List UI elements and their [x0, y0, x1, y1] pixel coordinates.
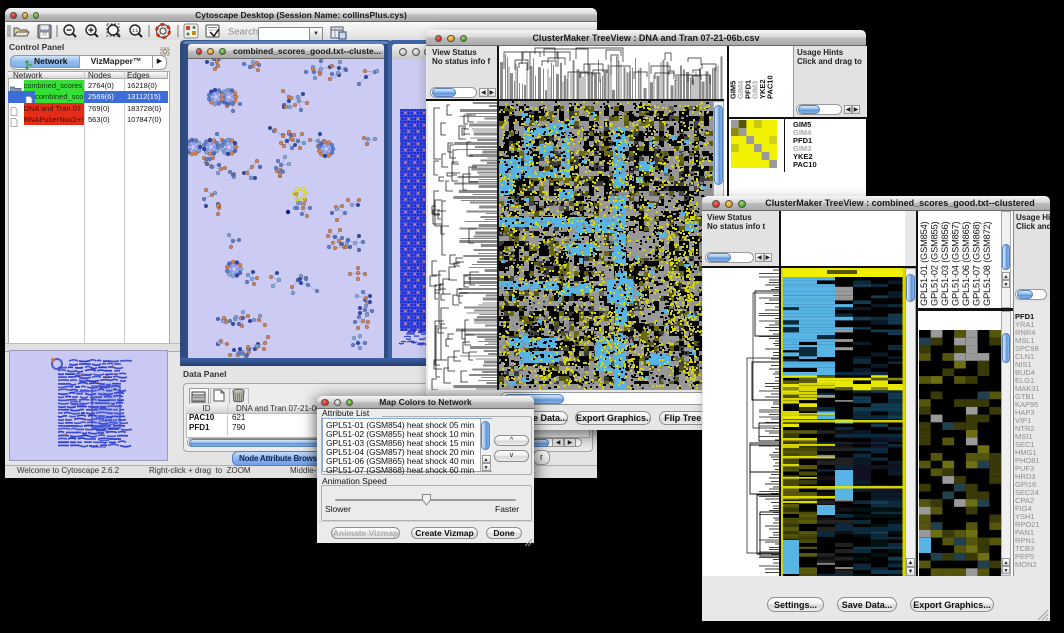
svg-text:PAC10: PAC10	[766, 75, 775, 99]
svg-text:GPL51-04 (GSM857): GPL51-04 (GSM857)	[950, 221, 960, 306]
svg-text:GPL51-02 (GSM855): GPL51-02 (GSM855)	[929, 221, 939, 306]
svg-text:GPL51-01 (GSM854): GPL51-01 (GSM854)	[919, 221, 929, 306]
svg-text:Search:: Search:	[228, 27, 261, 38]
svg-text:1:1: 1:1	[132, 28, 139, 33]
svg-text:GPL51-07 (GSM868): GPL51-07 (GSM868)	[971, 221, 981, 306]
svg-text:GPL51-06 (GSM865): GPL51-06 (GSM865)	[961, 221, 971, 306]
svg-text:GPL51-08 (GSM872): GPL51-08 (GSM872)	[982, 221, 992, 306]
svg-text:GPL51-03 (GSM856): GPL51-03 (GSM856)	[940, 221, 950, 306]
